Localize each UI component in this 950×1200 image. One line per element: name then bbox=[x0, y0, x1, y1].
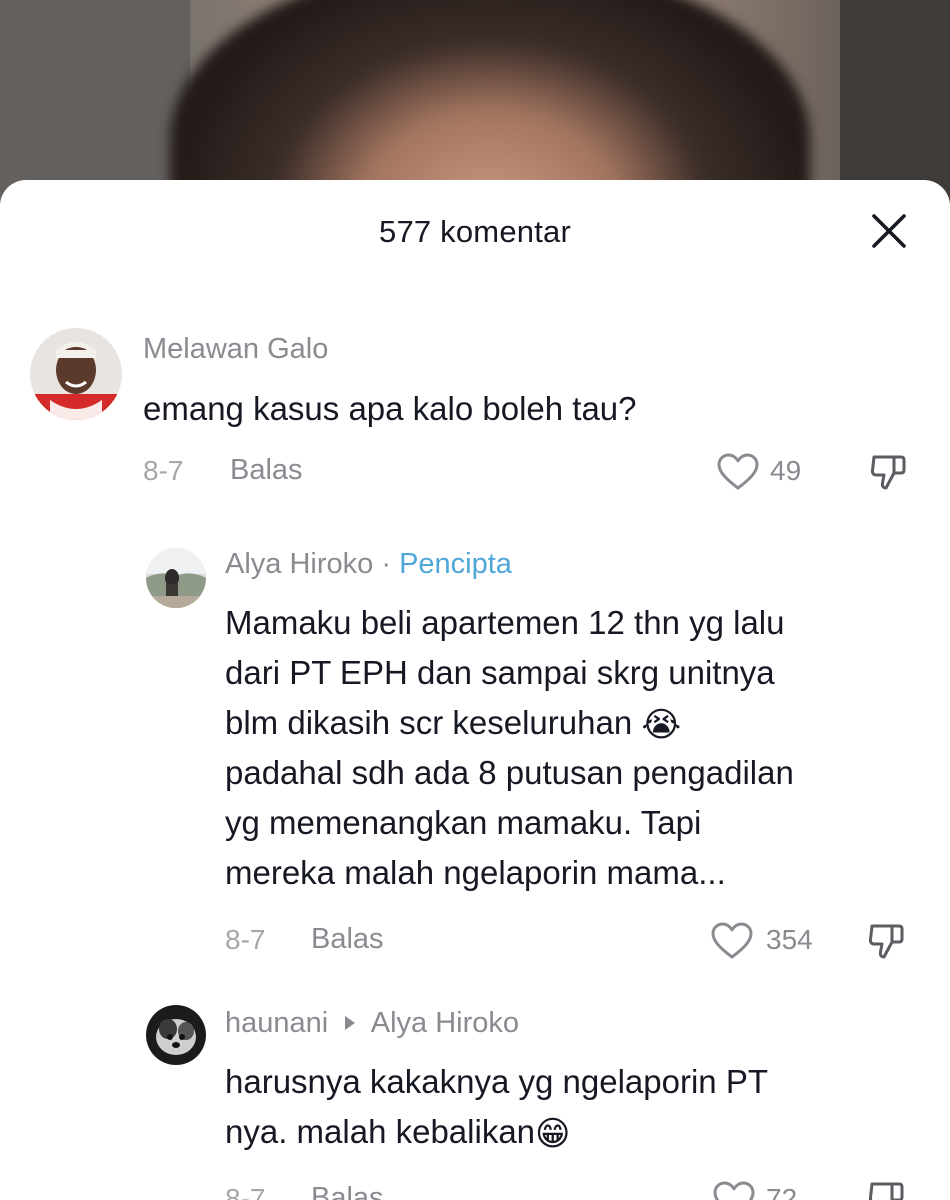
comments-sheet: 577 komentar Melawan Galo emang kasus ap… bbox=[0, 180, 950, 1200]
close-button[interactable] bbox=[868, 210, 910, 252]
username-link[interactable]: Alya Hiroko bbox=[225, 548, 373, 580]
comment-line: yg memenangkan mamaku. Tapi bbox=[225, 804, 702, 841]
heart-icon bbox=[717, 453, 759, 490]
heart-icon bbox=[711, 922, 753, 959]
comment-text: emang kasus apa kalo boleh tau? bbox=[143, 390, 637, 427]
dislike-button[interactable] bbox=[866, 920, 906, 960]
avatar[interactable] bbox=[146, 1005, 206, 1065]
thumbs-down-icon bbox=[870, 455, 906, 490]
username-link[interactable]: haunani bbox=[225, 1007, 328, 1039]
comment-line-text: nya. malah kebalikan bbox=[225, 1113, 536, 1150]
heart-icon bbox=[713, 1181, 755, 1200]
like-count: 49 bbox=[770, 455, 802, 486]
comment-line: mereka malah ngelaporin mama... bbox=[225, 854, 726, 891]
thumbs-down-icon bbox=[868, 924, 904, 959]
comment-count-title: 577 komentar bbox=[379, 214, 571, 249]
comment-line: Mamaku beli apartemen 12 thn yg lalu bbox=[225, 604, 785, 641]
dislike-button[interactable] bbox=[868, 451, 908, 491]
creator-badge: Pencipta bbox=[399, 548, 512, 580]
comment-username: haunani Alya Hiroko bbox=[225, 1007, 519, 1040]
grinning-emoji: 😁 bbox=[535, 1115, 571, 1153]
comment-line: harusnya kakaknya yg ngelaporin PT bbox=[225, 1063, 768, 1100]
reply-to-username[interactable]: Alya Hiroko bbox=[371, 1007, 519, 1039]
like-button[interactable] bbox=[712, 1180, 756, 1200]
like-count: 72 bbox=[766, 1183, 798, 1200]
close-icon bbox=[872, 214, 906, 248]
like-count: 354 bbox=[766, 924, 813, 955]
comment-username[interactable]: Melawan Galo bbox=[143, 333, 328, 366]
avatar[interactable] bbox=[30, 328, 122, 420]
like-button[interactable] bbox=[716, 452, 760, 492]
comment-line: dari PT EPH dan sampai skrg unitnya bbox=[225, 654, 775, 691]
comment-line: nya. malah kebalikan😁 bbox=[225, 1107, 925, 1157]
reply-button[interactable]: Balas bbox=[230, 454, 303, 487]
thumbs-down-icon bbox=[868, 1182, 904, 1200]
comment-date: 8-7 bbox=[225, 924, 266, 955]
crying-emoji: 😭 bbox=[641, 706, 682, 744]
comment-date: 8-7 bbox=[143, 455, 184, 486]
comment-text: Mamaku beli apartemen 12 thn yg lalu dar… bbox=[225, 598, 925, 898]
comment-line: padahal sdh ada 8 putusan pengadilan bbox=[225, 754, 794, 791]
separator-dot: · bbox=[381, 548, 392, 580]
comment-username: Alya Hiroko · Pencipta bbox=[225, 548, 512, 581]
comment-date: 8-7 bbox=[225, 1183, 266, 1200]
avatar[interactable] bbox=[146, 548, 206, 608]
comments-header: 577 komentar bbox=[0, 180, 950, 284]
reply-button[interactable]: Balas bbox=[311, 1182, 384, 1200]
comment-line-text: blm dikasih scr keseluruhan bbox=[225, 704, 633, 741]
like-button[interactable] bbox=[710, 921, 754, 961]
reply-button[interactable]: Balas bbox=[311, 923, 384, 956]
dislike-button[interactable] bbox=[866, 1178, 906, 1200]
reply-arrow-icon bbox=[345, 1016, 356, 1030]
comment-line: blm dikasih scr keseluruhan 😭 bbox=[225, 698, 925, 748]
comment-text: harusnya kakaknya yg ngelaporin PT nya. … bbox=[225, 1057, 925, 1157]
